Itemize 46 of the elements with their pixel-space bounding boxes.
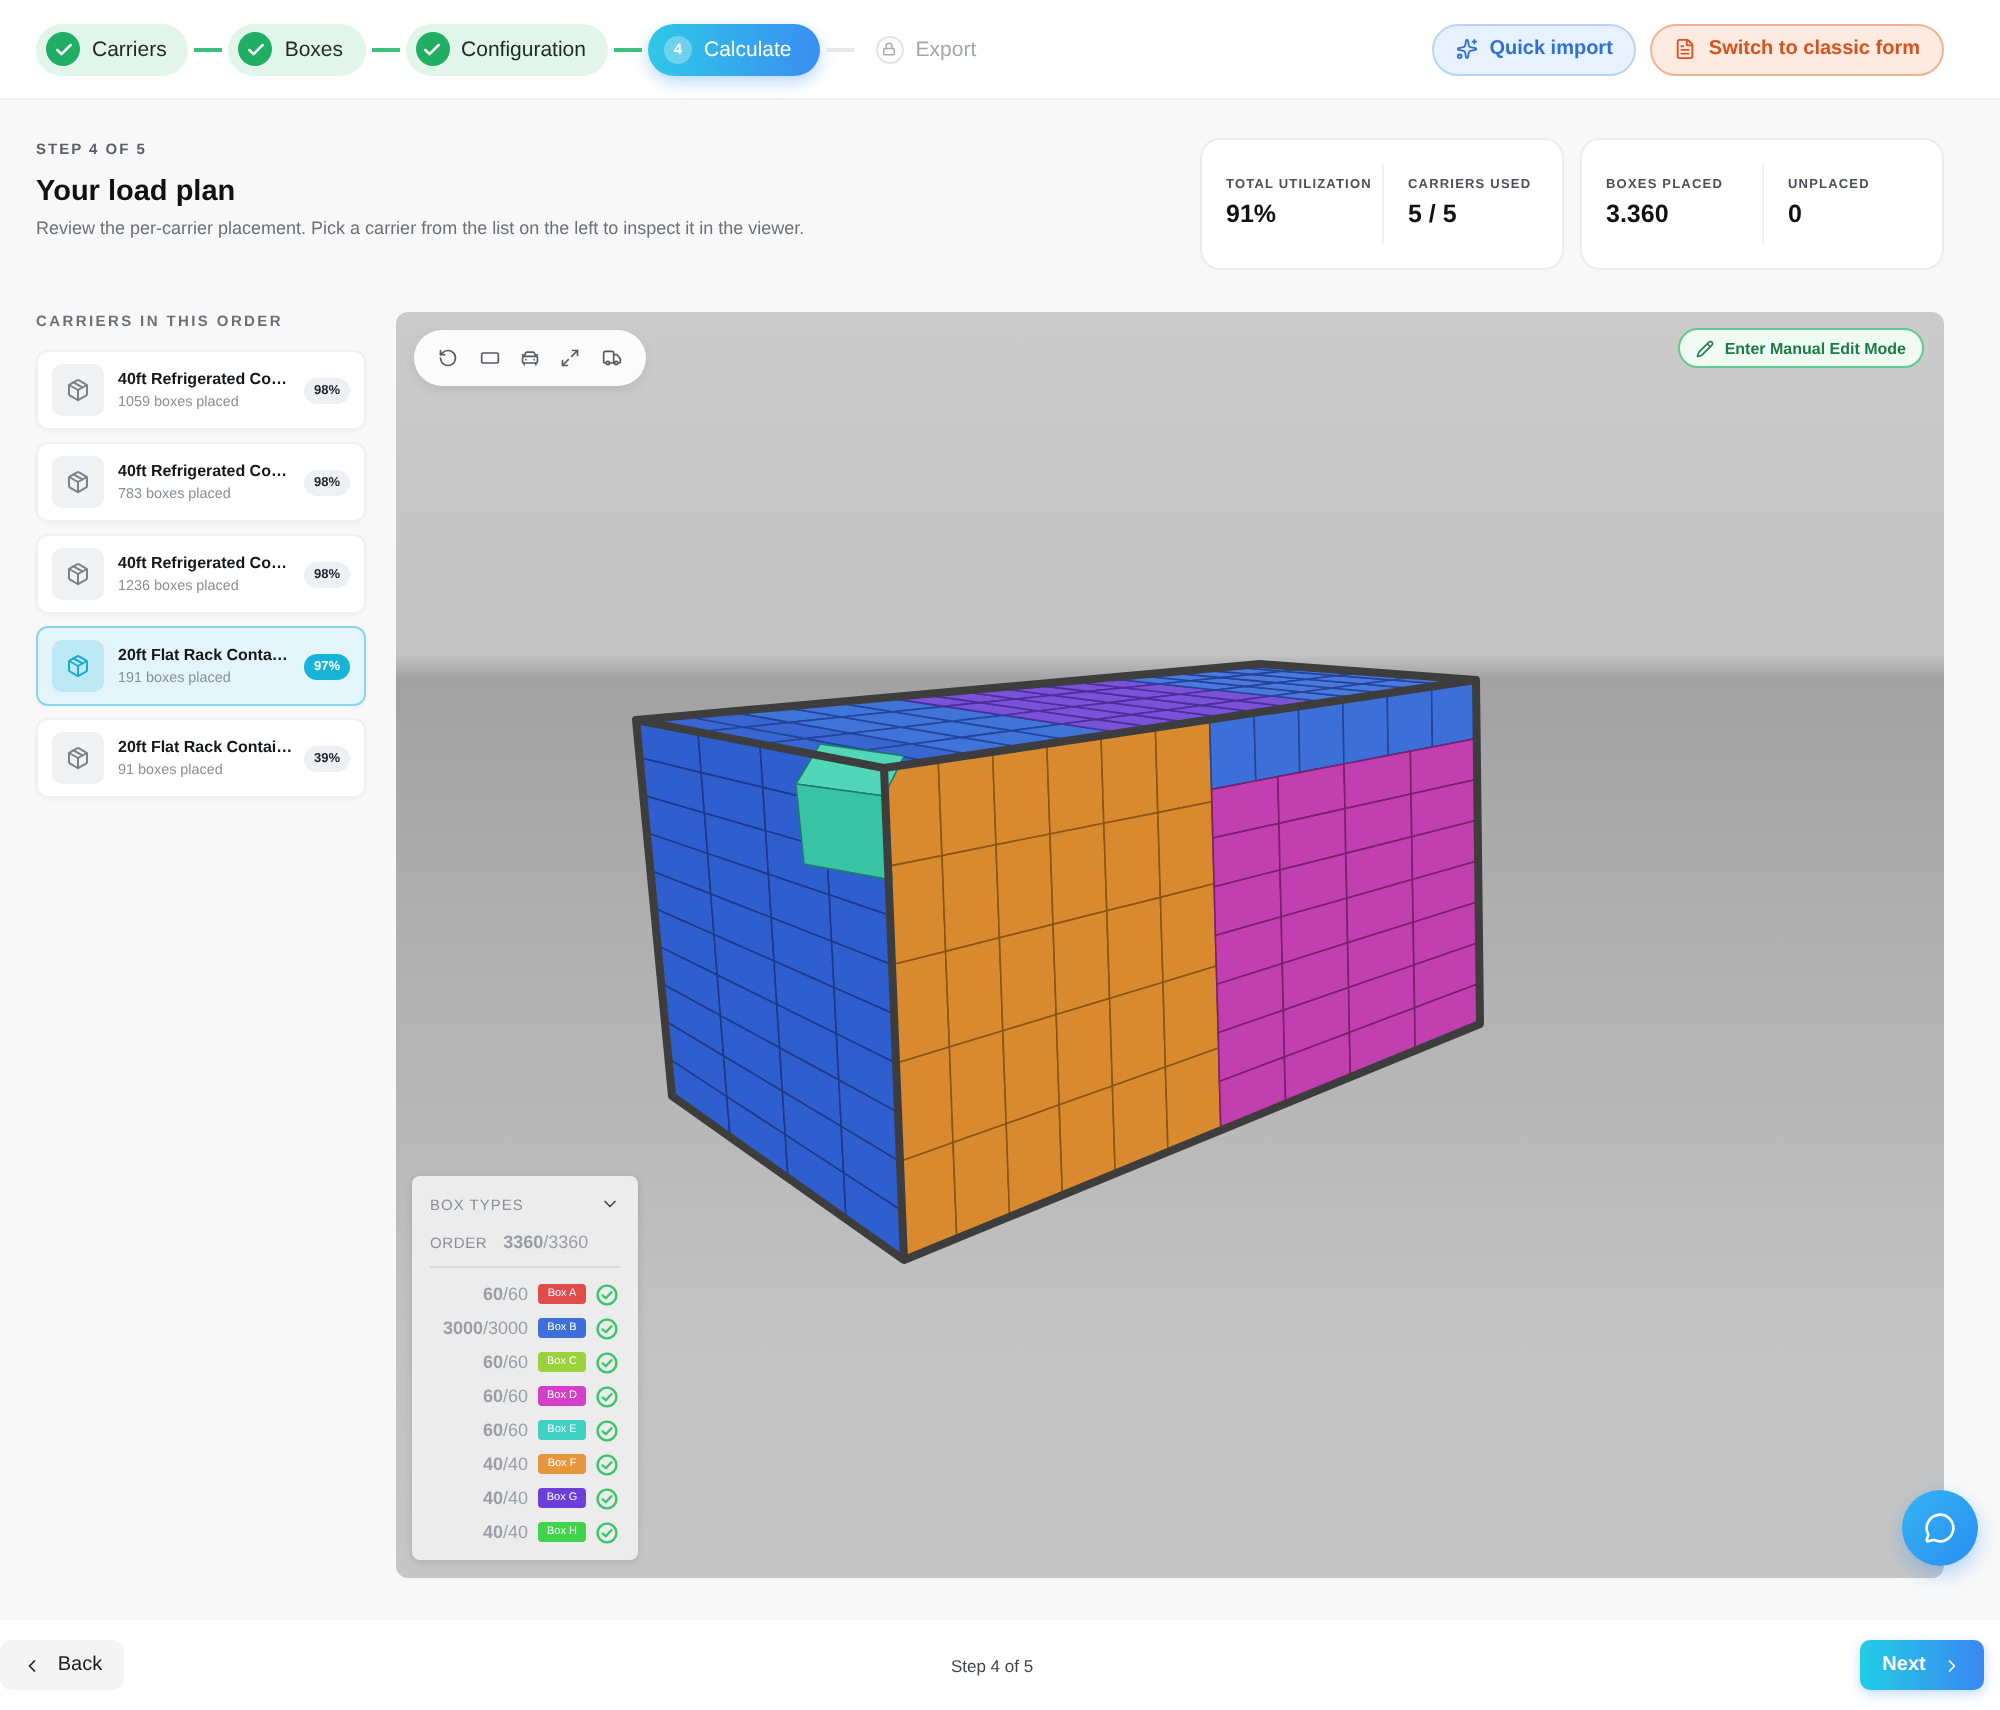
carrier-name: 40ft Refrigerated Co…	[118, 370, 289, 388]
check-icon	[46, 32, 80, 66]
box-count: 40/40	[480, 1454, 528, 1474]
page-title: Your load plan	[36, 174, 238, 210]
package-icon	[52, 732, 104, 784]
classic-form-button[interactable]: Switch to classic form	[1650, 23, 1944, 75]
box-count: 3000/3000	[440, 1318, 528, 1338]
carrier-name: 40ft Refrigerated Co…	[118, 462, 289, 480]
chat-icon	[1924, 1512, 1956, 1544]
package-icon	[52, 456, 104, 508]
stat-value: 91%	[1226, 200, 1279, 228]
lock-icon	[875, 35, 904, 63]
package-icon	[52, 364, 104, 416]
car-front-icon[interactable]	[519, 348, 540, 368]
step-pill[interactable]: Boxes	[228, 23, 366, 75]
quick-import-button[interactable]: Quick import	[1431, 23, 1637, 75]
pencil-icon	[1696, 339, 1715, 357]
stat-value: 3.360	[1606, 200, 1671, 228]
truck-icon[interactable]	[601, 348, 622, 368]
carrier-name: 20ft Flat Rack Conta…	[118, 646, 290, 664]
reset-view-icon[interactable]	[438, 348, 459, 368]
back-button[interactable]: Back	[0, 1640, 124, 1690]
box-count: 60/60	[480, 1284, 528, 1304]
box-count: 60/60	[480, 1386, 528, 1406]
carrier-name: 40ft Refrigerated Co…	[118, 554, 289, 572]
sparkle-icon	[1455, 38, 1478, 60]
check-icon	[415, 32, 450, 66]
step-pill[interactable]: Configuration	[405, 23, 608, 75]
carrier-name: 20ft Flat Rack Contai…	[118, 738, 290, 756]
order-count: 3360/3360	[503, 1232, 589, 1252]
package-icon	[52, 548, 104, 600]
box-count: 40/40	[480, 1522, 528, 1542]
step-indicator: Step 4 of 5	[950, 1655, 1034, 1675]
package-icon	[52, 640, 104, 692]
box-count: 40/40	[480, 1488, 528, 1508]
stat-value: 0	[1788, 200, 1804, 228]
step-pill[interactable]: Carriers	[36, 23, 189, 75]
check-icon	[238, 32, 273, 66]
expand-icon[interactable]	[560, 348, 581, 368]
box-count: 60/60	[480, 1420, 528, 1440]
box-count: 60/60	[480, 1352, 528, 1372]
rectangle-icon[interactable]	[479, 348, 500, 368]
document-icon	[1674, 38, 1697, 60]
page-description: Review the per-carrier placement. Pick a carrier from the list on the left to inspect it in the viewer.	[36, 216, 805, 240]
manual-edit-button[interactable]: Enter Manual Edit Mode	[1678, 328, 1924, 368]
stat-value: 5 / 5	[1408, 200, 1459, 228]
